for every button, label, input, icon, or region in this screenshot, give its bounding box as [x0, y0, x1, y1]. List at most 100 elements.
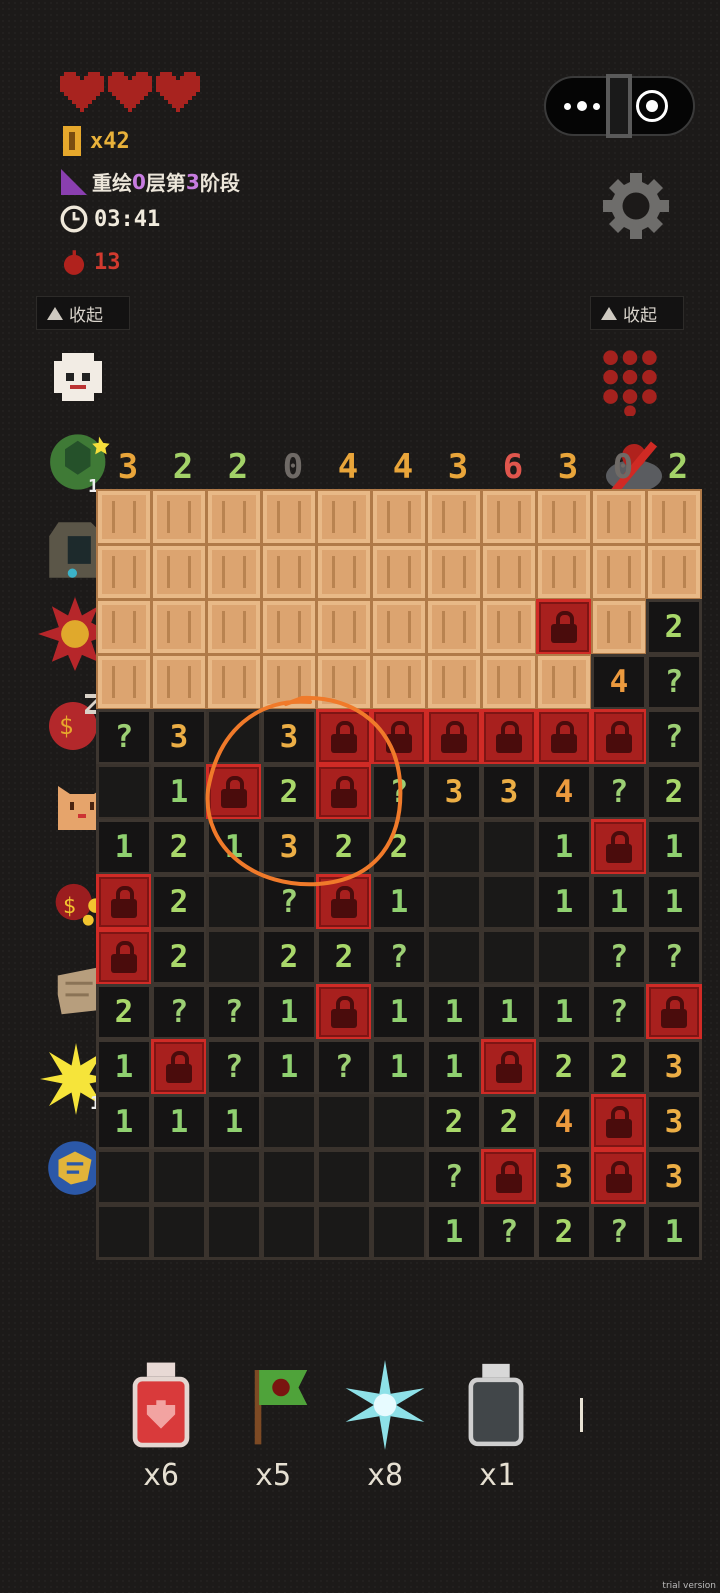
locked-mine-tile[interactable]: [426, 709, 482, 765]
locked-mine-tile[interactable]: [591, 819, 647, 875]
locked-mine-tile[interactable]: [536, 709, 592, 765]
ice-star-item[interactable]: [340, 1360, 430, 1454]
number-tile[interactable]: 1: [426, 984, 482, 1040]
covered-tile[interactable]: [96, 544, 152, 600]
covered-tile[interactable]: [426, 489, 482, 545]
number-tile[interactable]: 1: [96, 1094, 152, 1150]
heart-potion-item[interactable]: [128, 1360, 194, 1454]
locked-mine-tile[interactable]: [646, 984, 702, 1040]
number-tile[interactable]: 4: [591, 654, 647, 710]
number-tile[interactable]: 1: [151, 1094, 207, 1150]
empty-tile[interactable]: [481, 929, 537, 985]
number-tile[interactable]: 2: [536, 1039, 592, 1095]
covered-tile[interactable]: [481, 489, 537, 545]
unknown-tile[interactable]: ?: [591, 929, 647, 985]
unknown-tile[interactable]: ?: [646, 654, 702, 710]
number-tile[interactable]: 1: [261, 984, 317, 1040]
green-flag-item[interactable]: [246, 1360, 316, 1454]
covered-tile[interactable]: [481, 599, 537, 655]
covered-tile[interactable]: [261, 544, 317, 600]
number-tile[interactable]: 4: [536, 1094, 592, 1150]
unknown-tile[interactable]: ?: [591, 1204, 647, 1260]
covered-tile[interactable]: [371, 544, 427, 600]
locked-mine-tile[interactable]: [591, 709, 647, 765]
covered-tile[interactable]: [96, 654, 152, 710]
covered-tile[interactable]: [206, 599, 262, 655]
covered-tile[interactable]: [591, 544, 647, 600]
covered-tile[interactable]: [151, 489, 207, 545]
covered-tile[interactable]: [316, 544, 372, 600]
number-tile[interactable]: 1: [646, 819, 702, 875]
right-collapse-button[interactable]: 收起: [590, 296, 684, 330]
covered-tile[interactable]: [151, 544, 207, 600]
number-tile[interactable]: 1: [371, 984, 427, 1040]
number-tile[interactable]: 1: [96, 1039, 152, 1095]
covered-tile[interactable]: [591, 599, 647, 655]
number-tile[interactable]: 2: [481, 1094, 537, 1150]
locked-mine-tile[interactable]: [151, 1039, 207, 1095]
number-tile[interactable]: 2: [96, 984, 152, 1040]
covered-tile[interactable]: [371, 489, 427, 545]
empty-tile[interactable]: [481, 819, 537, 875]
number-tile[interactable]: 1: [481, 984, 537, 1040]
empty-tile[interactable]: [206, 1149, 262, 1205]
empty-tile[interactable]: [316, 1204, 372, 1260]
covered-tile[interactable]: [206, 544, 262, 600]
covered-tile[interactable]: [646, 544, 702, 600]
number-tile[interactable]: 1: [206, 1094, 262, 1150]
covered-tile[interactable]: [426, 654, 482, 710]
empty-tile[interactable]: [96, 764, 152, 820]
empty-tile[interactable]: [481, 874, 537, 930]
empty-tile[interactable]: [261, 1094, 317, 1150]
number-tile[interactable]: 2: [261, 929, 317, 985]
covered-tile[interactable]: [316, 489, 372, 545]
number-tile[interactable]: 2: [536, 1204, 592, 1260]
locked-mine-tile[interactable]: [536, 599, 592, 655]
covered-tile[interactable]: [96, 489, 152, 545]
empty-tile[interactable]: [96, 1149, 152, 1205]
number-tile[interactable]: 3: [646, 1094, 702, 1150]
number-tile[interactable]: 1: [261, 1039, 317, 1095]
covered-tile[interactable]: [426, 544, 482, 600]
covered-tile[interactable]: [536, 489, 592, 545]
empty-tile[interactable]: [316, 1094, 372, 1150]
unknown-tile[interactable]: ?: [646, 709, 702, 765]
number-tile[interactable]: 3: [646, 1149, 702, 1205]
unknown-tile[interactable]: ?: [591, 764, 647, 820]
number-tile[interactable]: 3: [426, 764, 482, 820]
ghost-relic-icon[interactable]: [46, 345, 110, 413]
covered-tile[interactable]: [261, 489, 317, 545]
unknown-tile[interactable]: ?: [206, 1039, 262, 1095]
empty-tile[interactable]: [151, 1204, 207, 1260]
covered-tile[interactable]: [591, 489, 647, 545]
number-tile[interactable]: 4: [536, 764, 592, 820]
empty-tile[interactable]: [261, 1149, 317, 1205]
number-tile[interactable]: 1: [536, 819, 592, 875]
covered-tile[interactable]: [536, 654, 592, 710]
number-tile[interactable]: 2: [591, 1039, 647, 1095]
settings-gear-icon[interactable]: [600, 170, 672, 242]
close-button[interactable]: [636, 90, 668, 122]
number-tile[interactable]: 2: [646, 764, 702, 820]
number-tile[interactable]: 2: [151, 929, 207, 985]
number-tile[interactable]: 1: [536, 874, 592, 930]
number-tile[interactable]: 1: [591, 874, 647, 930]
unknown-tile[interactable]: ?: [316, 1039, 372, 1095]
covered-tile[interactable]: [646, 489, 702, 545]
locked-mine-tile[interactable]: [481, 1149, 537, 1205]
locked-mine-tile[interactable]: [481, 709, 537, 765]
empty-tile[interactable]: [206, 929, 262, 985]
covered-tile[interactable]: [536, 544, 592, 600]
covered-tile[interactable]: [151, 599, 207, 655]
number-tile[interactable]: 2: [426, 1094, 482, 1150]
number-tile[interactable]: 1: [646, 874, 702, 930]
empty-tile[interactable]: [426, 874, 482, 930]
number-tile[interactable]: 1: [371, 1039, 427, 1095]
empty-tile[interactable]: [371, 1149, 427, 1205]
empty-tile[interactable]: [261, 1204, 317, 1260]
number-tile[interactable]: 2: [316, 929, 372, 985]
covered-tile[interactable]: [96, 599, 152, 655]
number-tile[interactable]: 3: [481, 764, 537, 820]
locked-mine-tile[interactable]: [481, 1039, 537, 1095]
unknown-tile[interactable]: ?: [426, 1149, 482, 1205]
